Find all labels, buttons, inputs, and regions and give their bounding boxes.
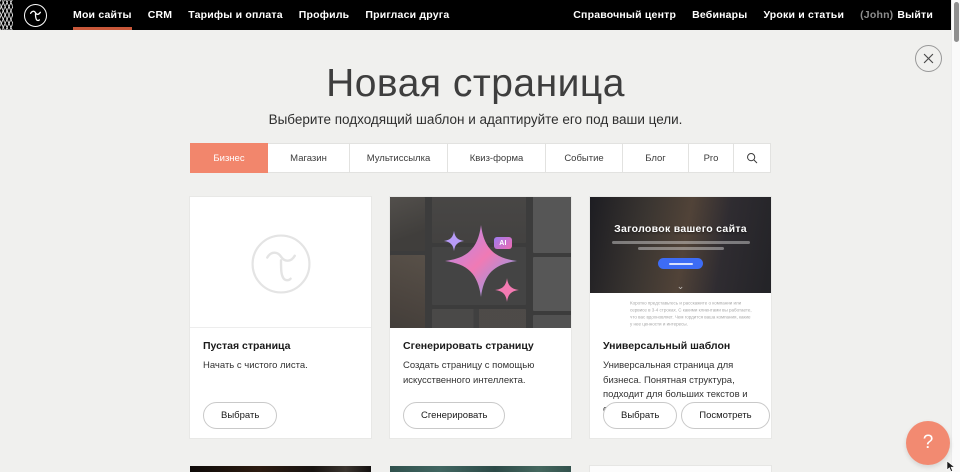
nav-label: Профиль	[299, 9, 350, 21]
next-row-card-preview[interactable]	[190, 466, 371, 472]
tilda-watermark-icon	[248, 231, 314, 297]
tab-blog[interactable]: Блог	[623, 143, 689, 173]
tab-event[interactable]: Событие	[546, 143, 623, 173]
nav-label: Вебинары	[692, 9, 747, 21]
nav-webinars[interactable]: Вебинары	[684, 0, 755, 30]
nav-help-center[interactable]: Справочный центр	[565, 0, 684, 30]
close-button[interactable]	[915, 45, 942, 72]
username: (John)	[860, 9, 893, 21]
nav-profile[interactable]: Профиль	[291, 0, 358, 30]
secondary-menu: Справочный центр Вебинары Уроки и статьи…	[565, 0, 951, 30]
generate-button[interactable]: Сгенерировать	[403, 402, 505, 429]
card-body: Универсальный шаблон Универсальная стран…	[590, 328, 771, 438]
tab-quiz-form[interactable]: Квиз-форма	[448, 143, 546, 173]
card-body: Сгенерировать страницу Создать страницу …	[390, 328, 571, 438]
tab-shop[interactable]: Магазин	[268, 143, 350, 173]
blank-page-preview	[190, 197, 371, 328]
card-actions: Выбрать	[203, 402, 277, 429]
tab-pro[interactable]: Pro	[689, 143, 734, 173]
hero-subtext-line	[612, 241, 750, 244]
next-row-card-preview[interactable]	[590, 466, 771, 472]
select-button[interactable]: Выбрать	[603, 402, 677, 429]
card-title: Сгенерировать страницу	[403, 340, 558, 352]
scrollbar-thumb[interactable]	[954, 2, 959, 42]
tab-label: Pro	[704, 153, 719, 164]
template-card-ai-generate: AI Сгенерировать страницу Создать страни…	[390, 197, 571, 438]
nav-label: Уроки и статьи	[763, 9, 844, 21]
ai-sparkle-icon	[390, 197, 571, 328]
nav-lessons[interactable]: Уроки и статьи	[755, 0, 852, 30]
page-subtitle: Выберите подходящий шаблон и адаптируйте…	[0, 112, 951, 127]
template-hero-image: Заголовок вашего сайта ⌄	[590, 197, 771, 293]
search-icon	[746, 152, 758, 164]
scrollbar[interactable]	[951, 0, 960, 472]
nav-label: Пригласи друга	[365, 9, 449, 21]
view-button[interactable]: Посмотреть	[681, 402, 769, 429]
card-description: Создать страницу с помощью искусственног…	[403, 359, 558, 388]
universal-template-preview: Заголовок вашего сайта ⌄ Коротко предста…	[590, 197, 771, 328]
hero-subtext-line	[638, 247, 724, 250]
wave-pattern-strip	[0, 0, 13, 30]
ai-preview: AI	[390, 197, 571, 328]
template-hero-title: Заголовок вашего сайта	[614, 223, 747, 235]
nav-logout[interactable]: (John) Выйти	[852, 0, 941, 30]
tab-multilink[interactable]: Мультиссылка	[350, 143, 448, 173]
nav-tariffs[interactable]: Тарифы и оплата	[180, 0, 291, 30]
template-intro-paragraph: Коротко представьтесь и расскажите о ком…	[630, 300, 753, 328]
close-icon	[923, 53, 934, 64]
tab-label: Мультиссылка	[367, 153, 431, 164]
card-actions: Выбрать Посмотреть	[603, 402, 770, 429]
main-menu: Мои сайты CRM Тарифы и оплата Профиль Пр…	[65, 0, 457, 30]
nav-crm[interactable]: CRM	[140, 0, 181, 30]
card-actions: Сгенерировать	[403, 402, 505, 429]
nav-label: Мои сайты	[73, 9, 132, 21]
tab-label: Блог	[645, 153, 666, 164]
template-hero-content: Заголовок вашего сайта ⌄	[590, 197, 771, 293]
tilda-logo-icon	[24, 4, 47, 27]
mouse-cursor	[946, 461, 956, 472]
card-title: Пустая страница	[203, 340, 358, 352]
page-title: Новая страница	[0, 62, 951, 106]
nav-my-sites[interactable]: Мои сайты	[65, 0, 140, 30]
nav-label: Справочный центр	[573, 9, 676, 21]
help-button[interactable]: ?	[906, 421, 950, 465]
tilda-logo[interactable]	[24, 4, 47, 27]
select-button[interactable]: Выбрать	[203, 402, 277, 429]
question-mark-icon: ?	[923, 432, 934, 454]
template-card-universal: Заголовок вашего сайта ⌄ Коротко предста…	[590, 197, 771, 438]
nav-label: Тарифы и оплата	[188, 9, 283, 21]
tab-label: Магазин	[290, 153, 327, 164]
tab-search[interactable]	[734, 143, 771, 173]
top-navigation-bar: Мои сайты CRM Тарифы и оплата Профиль Пр…	[0, 0, 951, 30]
chevron-down-icon: ⌄	[590, 282, 771, 291]
hero-cta-button	[658, 258, 703, 269]
card-description: Начать с чистого листа.	[203, 359, 358, 374]
card-title: Универсальный шаблон	[603, 340, 758, 352]
logout-label: Выйти	[897, 9, 933, 21]
template-category-tabs: Бизнес Магазин Мультиссылка Квиз-форма С…	[190, 143, 771, 173]
nav-label: CRM	[148, 9, 173, 21]
nav-invite-friend[interactable]: Пригласи друга	[357, 0, 457, 30]
tab-business[interactable]: Бизнес	[190, 143, 268, 173]
active-tab-underline	[73, 27, 132, 30]
hero-cta-label-bar	[669, 263, 693, 265]
ai-badge: AI	[494, 237, 512, 249]
tab-label: Бизнес	[213, 153, 244, 164]
next-row-card-preview[interactable]	[390, 466, 571, 472]
tab-label: Квиз-форма	[470, 153, 524, 164]
tab-label: Событие	[564, 153, 603, 164]
template-card-blank-page: Пустая страница Начать с чистого листа. …	[190, 197, 371, 438]
card-body: Пустая страница Начать с чистого листа. …	[190, 328, 371, 438]
